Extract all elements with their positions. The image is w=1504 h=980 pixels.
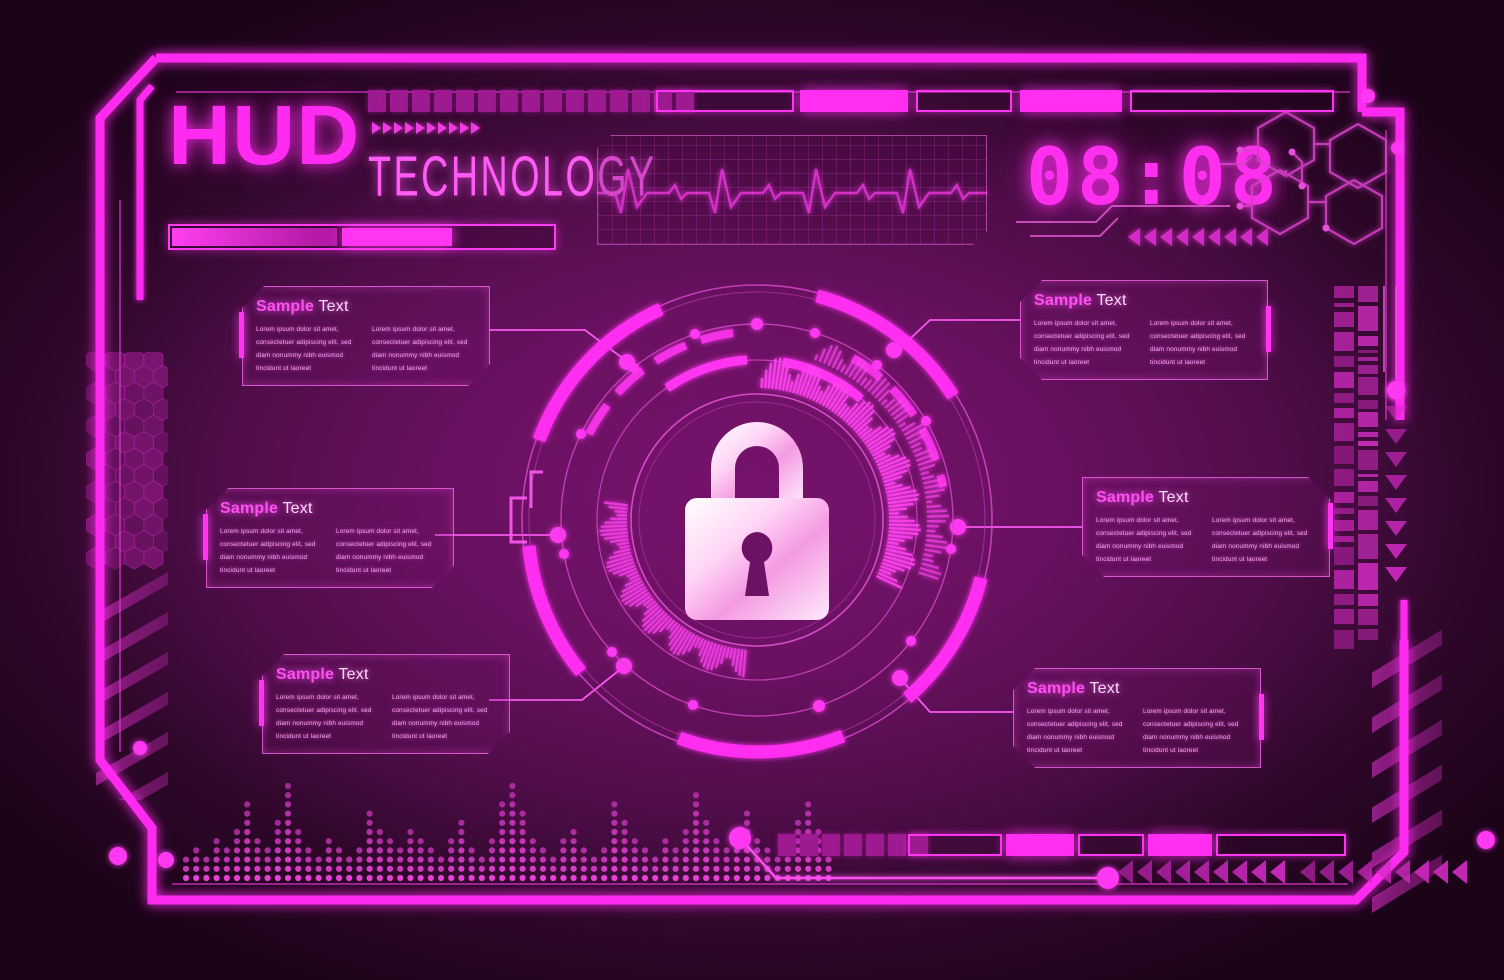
card-body: Sample Text Lorem ipsum dolor sit amet, … bbox=[262, 654, 510, 754]
card-mid-left[interactable]: Sample Text Lorem ipsum dolor sit amet, … bbox=[206, 488, 454, 588]
clock-display: 08:08 bbox=[1026, 133, 1281, 223]
card-columns: Lorem ipsum dolor sit amet, consectetuer… bbox=[256, 323, 476, 376]
page-title: HUD bbox=[168, 97, 360, 174]
card-columns: Lorem ipsum dolor sit amet, consectetuer… bbox=[1034, 317, 1254, 370]
card-mid-right[interactable]: Sample Text Lorem ipsum dolor sit amet, … bbox=[1082, 477, 1330, 577]
card-body: Sample Text Lorem ipsum dolor sit amet, … bbox=[206, 488, 454, 588]
connector-node-dots bbox=[550, 342, 966, 686]
heartbeat-waveform-panel bbox=[597, 135, 987, 245]
frame-node-dot bbox=[1391, 142, 1403, 154]
card-heading: Sample Text bbox=[220, 500, 440, 518]
hud-screen: HUD TECHNOLOGY 08:08 Sample Text Lorem i… bbox=[0, 0, 1504, 980]
card-col-1: Lorem ipsum dolor sit amet, consectetuer… bbox=[220, 525, 324, 578]
padlock-icon bbox=[685, 422, 829, 620]
card-heading: Sample Text bbox=[276, 666, 496, 684]
card-heading: Sample Text bbox=[1096, 489, 1316, 507]
card-heading: Sample Text bbox=[1034, 292, 1254, 310]
connector-lines bbox=[435, 320, 1082, 712]
card-col-2: Lorem ipsum dolor sit amet, consectetuer… bbox=[1150, 317, 1254, 370]
card-columns: Lorem ipsum dolor sit amet, consectetuer… bbox=[220, 525, 440, 578]
honeycomb-pattern bbox=[87, 349, 173, 569]
card-col-2: Lorem ipsum dolor sit amet, consectetuer… bbox=[1143, 705, 1247, 758]
loading-progress-bar bbox=[168, 224, 556, 250]
card-col-1: Lorem ipsum dolor sit amet, consectetuer… bbox=[1027, 705, 1131, 758]
card-heading: Sample Text bbox=[1027, 680, 1247, 698]
frame-node-dot bbox=[133, 741, 147, 755]
card-top-left[interactable]: Sample Text Lorem ipsum dolor sit amet, … bbox=[242, 286, 490, 386]
status-square-row bbox=[368, 90, 694, 112]
progress-segment-1 bbox=[172, 228, 337, 246]
bottom-bar-filled bbox=[1006, 834, 1074, 856]
top-bar-filled bbox=[1020, 90, 1122, 112]
bottom-bar-outline bbox=[1216, 834, 1346, 856]
frame-node-dot bbox=[109, 847, 127, 865]
frame-node-dot bbox=[158, 852, 174, 868]
card-columns: Lorem ipsum dolor sit amet, consectetuer… bbox=[276, 691, 496, 744]
diagonal-stripes-left bbox=[60, 560, 200, 880]
data-column-node bbox=[1387, 381, 1405, 399]
card-body: Sample Text Lorem ipsum dolor sit amet, … bbox=[242, 286, 490, 386]
frame-node-dot bbox=[1477, 831, 1495, 849]
top-bar-outline bbox=[916, 90, 1012, 112]
card-body: Sample Text Lorem ipsum dolor sit amet, … bbox=[1013, 668, 1261, 768]
bottom-bar-outline bbox=[1078, 834, 1144, 856]
card-bottom-right[interactable]: Sample Text Lorem ipsum dolor sit amet, … bbox=[1013, 668, 1261, 768]
card-col-1: Lorem ipsum dolor sit amet, consectetuer… bbox=[276, 691, 380, 744]
card-col-1: Lorem ipsum dolor sit amet, consectetuer… bbox=[256, 323, 360, 376]
title-block: HUD TECHNOLOGY bbox=[168, 97, 353, 174]
card-col-1: Lorem ipsum dolor sit amet, consectetuer… bbox=[1096, 514, 1200, 567]
hud-circle-rings bbox=[511, 285, 992, 755]
progress-segment-2 bbox=[342, 228, 452, 246]
trace-node-dot bbox=[729, 827, 751, 849]
card-col-2: Lorem ipsum dolor sit amet, consectetuer… bbox=[392, 691, 496, 744]
card-body: Sample Text Lorem ipsum dolor sit amet, … bbox=[1082, 477, 1330, 577]
card-col-2: Lorem ipsum dolor sit amet, consectetuer… bbox=[1212, 514, 1316, 567]
card-columns: Lorem ipsum dolor sit amet, consectetuer… bbox=[1096, 514, 1316, 567]
top-bar-outline bbox=[1130, 90, 1334, 112]
bottom-bar-filled bbox=[1148, 834, 1212, 856]
bottom-bar-outline bbox=[908, 834, 1002, 856]
card-bottom-left[interactable]: Sample Text Lorem ipsum dolor sit amet, … bbox=[262, 654, 510, 754]
diagonal-stripes-right bbox=[1340, 620, 1470, 925]
trace-node-dot bbox=[1097, 867, 1119, 889]
status-square-row bbox=[778, 834, 928, 856]
top-bar-filled bbox=[800, 90, 908, 112]
card-top-right[interactable]: Sample Text Lorem ipsum dolor sit amet, … bbox=[1020, 280, 1268, 380]
card-body: Sample Text Lorem ipsum dolor sit amet, … bbox=[1020, 280, 1268, 380]
card-columns: Lorem ipsum dolor sit amet, consectetuer… bbox=[1027, 705, 1247, 758]
card-heading: Sample Text bbox=[256, 298, 476, 316]
frame-node-dot bbox=[1388, 385, 1402, 399]
frame-node-dot bbox=[1361, 89, 1375, 103]
chevron-right-arrows bbox=[372, 122, 480, 134]
card-col-2: Lorem ipsum dolor sit amet, consectetuer… bbox=[336, 525, 440, 578]
top-bar-outline bbox=[656, 90, 794, 112]
card-col-1: Lorem ipsum dolor sit amet, consectetuer… bbox=[1034, 317, 1138, 370]
card-col-2: Lorem ipsum dolor sit amet, consectetuer… bbox=[372, 323, 476, 376]
